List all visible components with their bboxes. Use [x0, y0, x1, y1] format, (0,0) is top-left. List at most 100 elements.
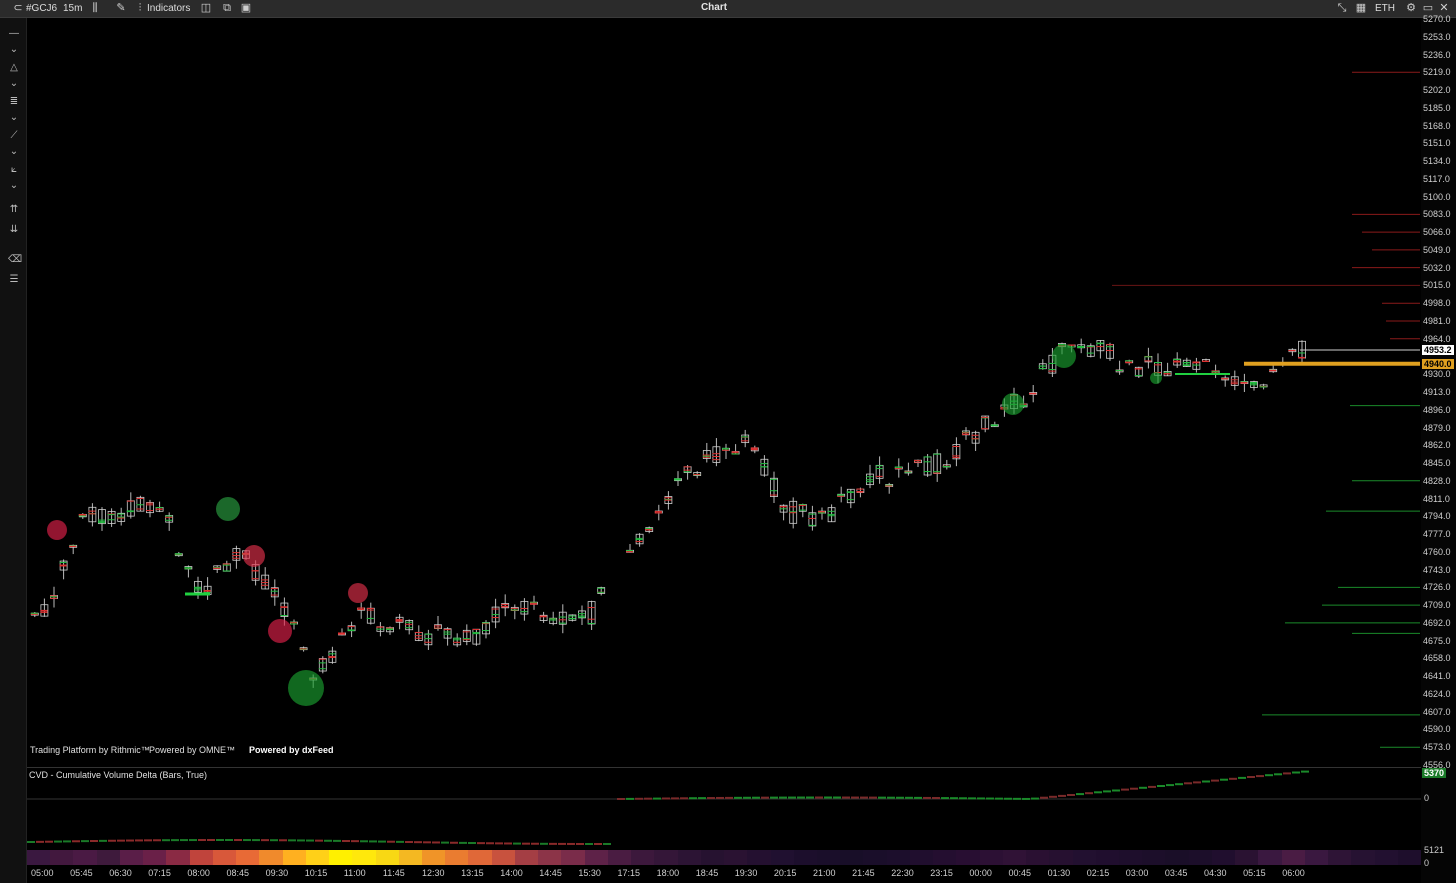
- time-axis[interactable]: 05:00 05:45 06:30 07:15 08:00 08:45 09:30 10:15…: [27, 865, 1421, 883]
- delta-bubble: [1150, 372, 1162, 384]
- price-tick: 5015.0: [1423, 280, 1451, 291]
- price-tick: 4726.0: [1423, 582, 1451, 593]
- heatmap-cell: [863, 850, 887, 865]
- chevron-down-icon[interactable]: ⌄: [8, 78, 20, 90]
- heatmap-cell: [538, 850, 562, 865]
- triangle-tool-icon[interactable]: △: [8, 62, 20, 74]
- cvd-bar: [770, 796, 778, 799]
- cvd-bar: [905, 796, 913, 799]
- cvd-bar: [968, 797, 976, 800]
- maximize-icon[interactable]: ▭: [1422, 2, 1434, 14]
- heatmap-cell: [119, 850, 144, 865]
- cvd-bar: [1184, 782, 1192, 785]
- heatmap-cell: [1281, 850, 1305, 865]
- heatmap-cell: [421, 850, 446, 865]
- object-list-icon[interactable]: ☰: [8, 274, 20, 286]
- price-tick: 4845.0: [1423, 458, 1451, 469]
- cvd-bar: [824, 796, 832, 799]
- heatmap-cell: [305, 850, 330, 865]
- rithmic-branding: Trading Platform by Rithmic™: [30, 745, 150, 755]
- cvd-bar: [1229, 777, 1237, 780]
- cvd-bar: [531, 842, 539, 845]
- cvd-bar: [342, 840, 350, 843]
- cvd-bar: [806, 796, 814, 799]
- cvd-bar: [626, 797, 634, 800]
- heatmap-cell: [979, 850, 1003, 865]
- sell-order-icon[interactable]: ⇊: [8, 224, 20, 236]
- price-chart[interactable]: [27, 18, 1421, 766]
- line-tool-icon[interactable]: —: [8, 28, 20, 40]
- cvd-bar: [126, 839, 134, 842]
- price-tick: 5168.0: [1423, 120, 1451, 131]
- time-tick: 18:00: [656, 868, 680, 878]
- time-tick: 17:15: [617, 868, 641, 878]
- cvd-bar: [1166, 784, 1174, 787]
- price-tick: 4760.0: [1423, 546, 1451, 557]
- drawing-toolbar: — ⌄ △ ⌄ ≣ ⌄ ⟋ ⌄ ⟀ ⌄ ⇈ ⇊ ⌫ ☰: [0, 18, 27, 883]
- last-price-tag: 4953.2: [1422, 344, 1454, 355]
- ruler-tool-icon[interactable]: ⟀: [8, 164, 20, 176]
- cvd-bar: [851, 796, 859, 799]
- cvd-bar: [959, 797, 967, 800]
- price-tick: 5219.0: [1423, 67, 1451, 78]
- heatmap-cell: [747, 850, 771, 865]
- close-icon[interactable]: ✕: [1438, 2, 1450, 14]
- cvd-bar: [680, 797, 688, 800]
- cvd-bar: [243, 839, 251, 842]
- cvd-bar: [923, 796, 931, 799]
- chevron-down-icon[interactable]: ⌄: [8, 112, 20, 124]
- cvd-zero-label: 0: [1424, 793, 1430, 803]
- price-axis[interactable]: 5270.0 5253.0 5236.0 5219.0 5202.0 5185.0 5168…: [1421, 14, 1456, 883]
- buy-order-icon[interactable]: ⇈: [8, 204, 20, 216]
- cvd-bar: [1121, 788, 1129, 791]
- dxfeed-branding: Powered by dxFeed: [249, 745, 334, 755]
- cvd-bar: [54, 840, 62, 843]
- cvd-bar: [716, 796, 724, 799]
- cvd-bar: [707, 797, 715, 800]
- cvd-bar: [90, 839, 98, 842]
- fibonacci-tool-icon[interactable]: ≣: [8, 96, 20, 108]
- cvd-bar: [504, 842, 512, 845]
- cvd-bar: [1265, 774, 1273, 777]
- session-selector[interactable]: ETH: [1375, 2, 1395, 15]
- cvd-bar: [1022, 797, 1030, 800]
- heatmap-cell: [398, 850, 422, 865]
- cvd-panel[interactable]: [27, 767, 1421, 850]
- cvd-bar: [1211, 779, 1219, 782]
- price-tick: 4998.0: [1423, 298, 1451, 309]
- time-tick: 10:15: [304, 868, 328, 878]
- time-tick: 02:15: [1086, 868, 1110, 878]
- cvd-bar: [1004, 797, 1012, 800]
- cvd-bar: [45, 840, 53, 843]
- cvd-bar: [423, 841, 431, 844]
- cvd-bar: [1157, 785, 1165, 787]
- collapse-icon[interactable]: ⤡: [1336, 2, 1348, 14]
- price-tick: 5117.0: [1423, 173, 1450, 184]
- cvd-bar: [63, 840, 71, 843]
- time-tick: 14:45: [539, 868, 562, 878]
- settings-icon[interactable]: ⚙: [1405, 2, 1417, 14]
- cvd-bar: [1175, 783, 1183, 786]
- cvd-bar: [297, 839, 305, 842]
- chevron-down-icon[interactable]: ⌄: [8, 44, 20, 56]
- heatmap-bottom-label: 0: [1424, 858, 1430, 868]
- chevron-down-icon[interactable]: ⌄: [8, 180, 20, 192]
- calendar-icon[interactable]: ▦: [1355, 2, 1367, 14]
- cvd-bar: [459, 841, 467, 844]
- heatmap-cell: [933, 850, 957, 865]
- heatmap-cell: [1397, 850, 1422, 865]
- cvd-bar: [522, 842, 530, 845]
- chevron-down-icon[interactable]: ⌄: [8, 146, 20, 158]
- cvd-bar: [842, 796, 850, 799]
- cvd-bar: [797, 796, 805, 799]
- eraser-icon[interactable]: ⌫: [8, 254, 22, 266]
- cvd-bar: [671, 797, 679, 800]
- price-tick: 4641.0: [1423, 671, 1451, 682]
- curve-tool-icon[interactable]: ⟋: [8, 130, 20, 142]
- cvd-bar: [761, 796, 769, 799]
- time-tick: 05:45: [70, 868, 93, 878]
- heatmap-cell: [607, 850, 632, 865]
- cvd-bar: [603, 842, 611, 845]
- time-tick: 11:45: [382, 868, 405, 878]
- heatmap-cell: [50, 850, 74, 865]
